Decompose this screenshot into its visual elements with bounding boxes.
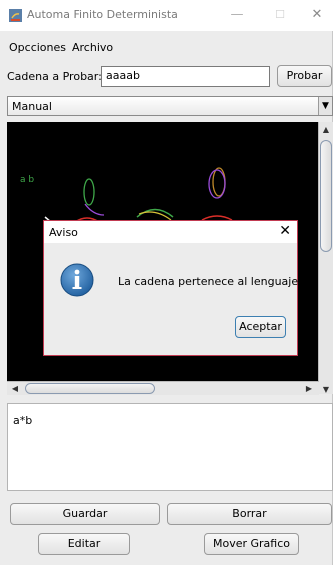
dialog-title-bar: Aviso ✕ [44, 221, 297, 243]
borrar-button[interactable]: Borrar [167, 503, 332, 525]
scroll-right-icon[interactable]: ▶ [303, 382, 315, 395]
chevron-down-icon[interactable]: ▼ [318, 97, 332, 115]
close-button[interactable]: ✕ [307, 6, 327, 24]
probar-button[interactable]: Probar [277, 65, 332, 87]
menu-archivo[interactable]: Archivo [72, 41, 113, 54]
menu-opcciones[interactable]: Opcciones [9, 41, 66, 54]
dialog-title: Aviso [49, 226, 78, 239]
aviso-dialog: Aviso ✕ La cadena pertenece al lenguaje … [43, 220, 298, 356]
scroll-up-icon[interactable]: ▲ [319, 124, 333, 136]
mode-select-value: Manual [12, 100, 52, 113]
editar-button[interactable]: Editar [38, 533, 130, 555]
canvas-alphabet-label: a b [20, 175, 34, 185]
menu-bar: Opcciones Archivo [0, 41, 333, 57]
info-icon [60, 263, 94, 297]
java-app-icon [9, 9, 22, 22]
minimize-button[interactable]: — [227, 6, 247, 24]
horizontal-scroll-thumb[interactable] [25, 383, 155, 394]
main-window: Automa Finito Determinista — ☐ ✕ Opccion… [0, 0, 333, 565]
title-bar: Automa Finito Determinista — ☐ ✕ [0, 0, 333, 31]
mode-select[interactable]: Manual ▼ [7, 96, 333, 116]
cadena-label: Cadena a Probar: [7, 70, 102, 83]
transition-arc-1 [84, 203, 105, 216]
vertical-scroll-thumb[interactable] [320, 140, 332, 252]
scroll-down-icon[interactable]: ▼ [319, 384, 333, 396]
cadena-input[interactable]: aaaab [101, 66, 270, 87]
scroll-left-icon[interactable]: ◀ [9, 382, 21, 395]
state-loop-3 [208, 169, 226, 199]
maximize-button[interactable]: ☐ [270, 6, 290, 24]
dialog-message: La cadena pertenece al lenguaje [118, 275, 299, 288]
horizontal-scrollbar[interactable]: ◀ ▶ [7, 381, 319, 395]
aceptar-button[interactable]: Aceptar [235, 316, 286, 338]
vertical-scrollbar[interactable]: ▲ ▼ [318, 122, 333, 394]
window-title: Automa Finito Determinista [27, 8, 178, 21]
mover-grafico-button[interactable]: Mover Grafico [204, 533, 299, 555]
expression-textarea[interactable]: a*b [7, 403, 333, 491]
dialog-close-icon[interactable]: ✕ [279, 223, 291, 239]
guardar-button[interactable]: Guardar [10, 503, 160, 525]
state-loop-1 [83, 178, 95, 206]
